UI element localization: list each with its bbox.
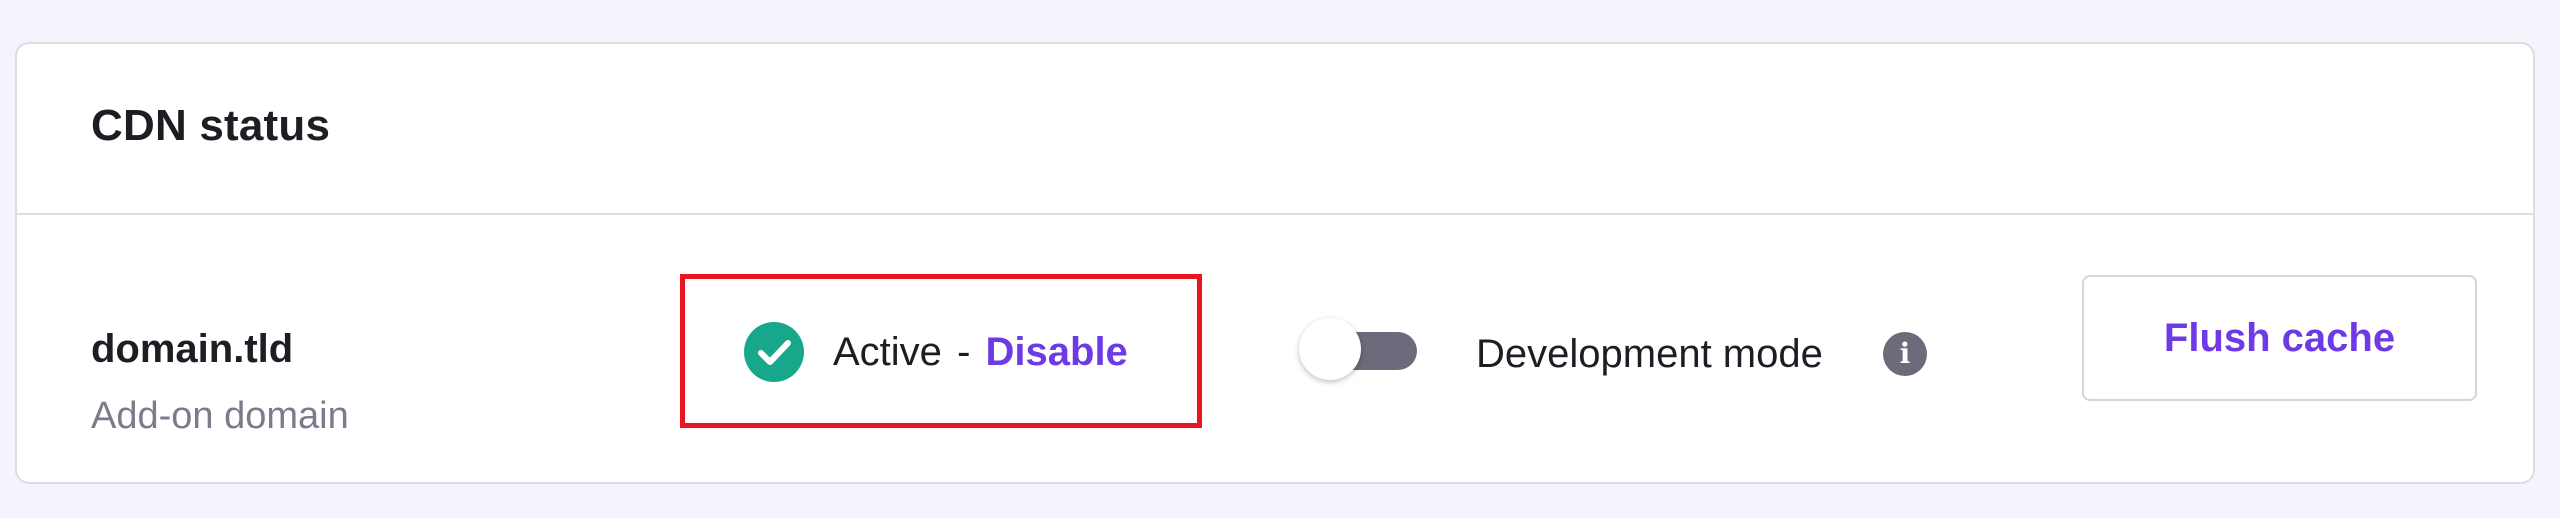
flush-cache-button[interactable]: Flush cache — [2082, 275, 2477, 401]
card-header: CDN status — [17, 44, 2533, 215]
status-separator: - — [957, 330, 971, 374]
disable-cdn-link[interactable]: Disable — [986, 330, 1128, 374]
card-title: CDN status — [91, 101, 331, 150]
domain-name: domain.tld — [91, 327, 294, 371]
domain-type: Add-on domain — [91, 395, 349, 437]
check-circle-icon — [744, 322, 804, 382]
status-label: Active — [833, 330, 942, 374]
status-text: Active - Disable — [833, 328, 1128, 376]
development-mode-label: Development mode — [1476, 332, 1823, 376]
toggle-knob — [1299, 318, 1361, 380]
info-icon[interactable]: i — [1883, 332, 1927, 376]
domain-row: domain.tld Add-on domain Active - Disabl… — [17, 215, 2533, 482]
development-mode-toggle[interactable] — [1299, 316, 1419, 382]
cdn-status-card: CDN status domain.tld Add-on domain Acti… — [15, 42, 2535, 484]
